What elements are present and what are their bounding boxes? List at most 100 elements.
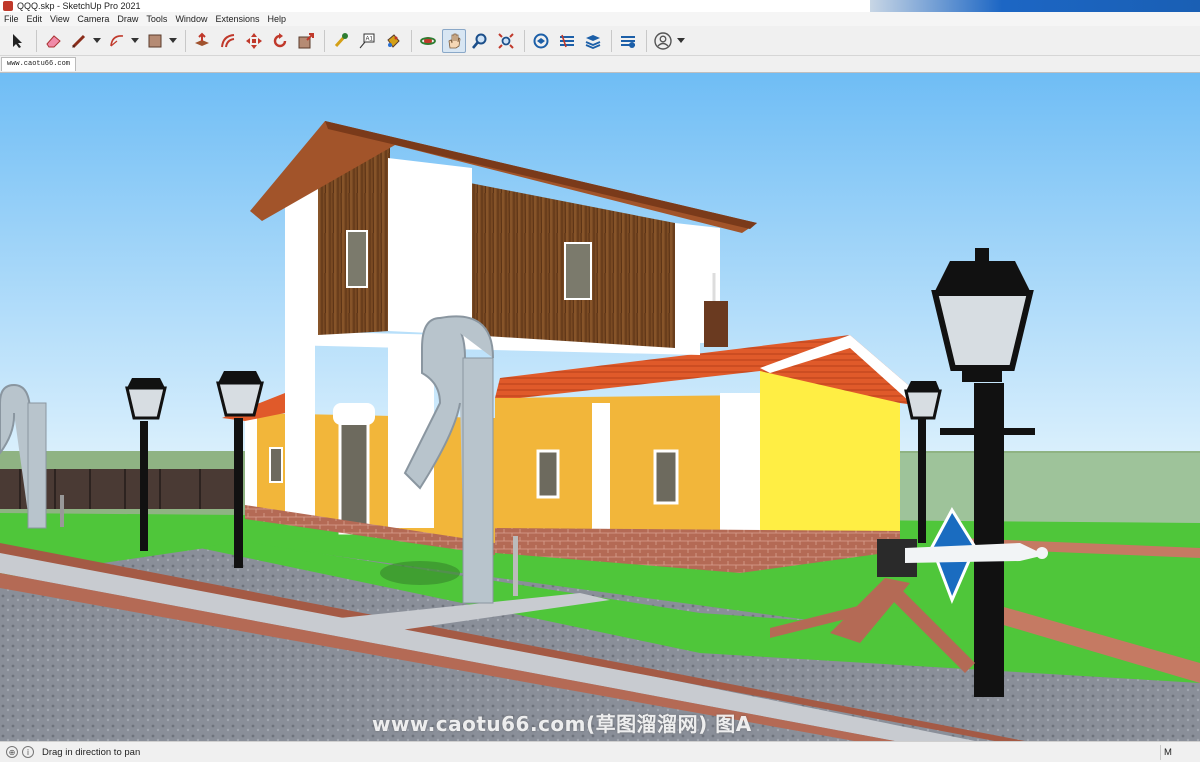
scene-tab-strip: www.caotu66.com — [0, 56, 1200, 72]
rectangle-tool-button[interactable] — [143, 29, 167, 53]
measurements-label: M — [1164, 747, 1172, 758]
window — [269, 447, 283, 483]
3d-warehouse-button[interactable] — [529, 29, 553, 53]
zoom-extents-icon — [498, 32, 514, 49]
house-upper-pillar-mid — [388, 158, 472, 335]
window — [346, 230, 368, 288]
arc-tool-button[interactable] — [105, 29, 129, 53]
toolbar-separator — [324, 29, 325, 52]
house-wing-corner — [720, 393, 760, 543]
window — [653, 449, 679, 505]
account-button[interactable] — [651, 29, 675, 53]
rotate-tool-button[interactable] — [268, 29, 292, 53]
window-title: QQQ.skp - SketchUp Pro 2021 — [17, 1, 141, 11]
sketchup-window: QQQ.skp - SketchUp Pro 2021 File Edit Vi… — [0, 0, 1200, 762]
menu-extensions[interactable]: Extensions — [215, 14, 259, 24]
window — [536, 449, 560, 499]
offset-tool-button[interactable] — [216, 29, 240, 53]
menu-tools[interactable]: Tools — [146, 14, 167, 24]
account-icon — [654, 31, 672, 50]
arc-icon — [110, 34, 124, 46]
field-right — [900, 453, 1200, 523]
rectangle-icon — [148, 34, 162, 47]
menu-bar: File Edit View Camera Draw Tools Window … — [0, 12, 1200, 26]
pan-tool-button[interactable] — [442, 28, 466, 53]
account-dropdown[interactable] — [677, 29, 685, 53]
geo-location-icon[interactable]: ⊕ — [6, 746, 18, 758]
select-icon — [13, 33, 22, 48]
paint-bucket-tool-button[interactable] — [381, 29, 405, 53]
menu-file[interactable]: File — [4, 14, 19, 24]
toolbar-separator — [611, 29, 612, 52]
zoom-extents-tool-button[interactable] — [494, 29, 518, 53]
extension-manager-icon — [621, 35, 635, 48]
shadow — [380, 561, 460, 585]
sculpture-middle-post — [462, 357, 494, 604]
menu-edit[interactable]: Edit — [27, 14, 43, 24]
model-viewport[interactable] — [0, 72, 1200, 741]
text-tool-button[interactable]: A1 — [355, 29, 379, 53]
arc-tool-dropdown[interactable] — [131, 29, 139, 53]
watermark-text: www.caotu66.com(草图溜溜网) 图A — [372, 712, 752, 736]
line-tool-button[interactable] — [67, 29, 91, 53]
select-tool-button[interactable] — [6, 29, 30, 53]
warehouse-icon — [533, 33, 549, 48]
layout-button[interactable] — [581, 29, 605, 53]
title-bar-controls — [870, 0, 1200, 12]
pan-icon — [448, 33, 461, 48]
status-divider — [1160, 745, 1161, 760]
extension-warehouse-icon — [560, 34, 574, 47]
rotate-icon — [273, 32, 287, 47]
rectangle-tool-dropdown[interactable] — [169, 29, 177, 53]
house-pilaster-edge — [245, 413, 257, 513]
menu-draw[interactable]: Draw — [117, 14, 138, 24]
line-icon — [71, 34, 86, 48]
model-scene[interactable] — [0, 73, 1200, 741]
zoom-tool-button[interactable] — [468, 29, 492, 53]
toolbar-separator — [646, 29, 647, 52]
window — [564, 242, 592, 300]
eraser-icon — [46, 34, 61, 47]
move-tool-button[interactable] — [242, 29, 266, 53]
extension-manager-button[interactable] — [616, 29, 640, 53]
menu-window[interactable]: Window — [175, 14, 207, 24]
tape-measure-icon — [334, 32, 348, 47]
status-hint: Drag in direction to pan — [42, 746, 141, 758]
push-pull-tool-button[interactable] — [190, 29, 214, 53]
orbit-icon — [420, 36, 436, 45]
layout-icon — [585, 34, 601, 49]
bollard — [60, 495, 64, 527]
house-pilaster-left — [285, 338, 315, 518]
sketchup-logo-icon — [3, 1, 13, 11]
extension-warehouse-button[interactable] — [555, 29, 579, 53]
toolbar-separator — [185, 29, 186, 52]
toolbar-separator — [411, 29, 412, 52]
menu-view[interactable]: View — [50, 14, 69, 24]
toolbar: A1 — [0, 26, 1200, 56]
scene-tab[interactable]: www.caotu66.com — [1, 57, 77, 71]
offset-icon — [221, 33, 235, 47]
push-pull-icon — [195, 32, 209, 46]
menu-help[interactable]: Help — [267, 14, 286, 24]
scale-icon — [298, 32, 314, 48]
status-bar: ⊕ i Drag in direction to pan M — [0, 741, 1200, 762]
info-icon[interactable]: i — [22, 746, 34, 758]
house-wing-pilaster — [592, 403, 610, 533]
scale-tool-button[interactable] — [294, 29, 318, 53]
toolbar-separator — [36, 29, 37, 52]
door-arch — [333, 403, 375, 425]
tape-measure-tool-button[interactable] — [329, 29, 353, 53]
svg-text:A1: A1 — [366, 36, 374, 42]
title-bar: QQQ.skp - SketchUp Pro 2021 — [0, 0, 1200, 12]
door — [338, 421, 370, 535]
text-icon: A1 — [359, 33, 375, 48]
zoom-icon — [472, 33, 487, 49]
line-tool-dropdown[interactable] — [93, 29, 101, 53]
eraser-tool-button[interactable] — [41, 29, 65, 53]
orbit-tool-button[interactable] — [416, 29, 440, 53]
bollard — [513, 536, 518, 596]
paint-bucket-icon — [387, 33, 400, 48]
sculpture-left-post — [27, 402, 47, 529]
chimney — [704, 301, 728, 347]
menu-camera[interactable]: Camera — [77, 14, 109, 24]
